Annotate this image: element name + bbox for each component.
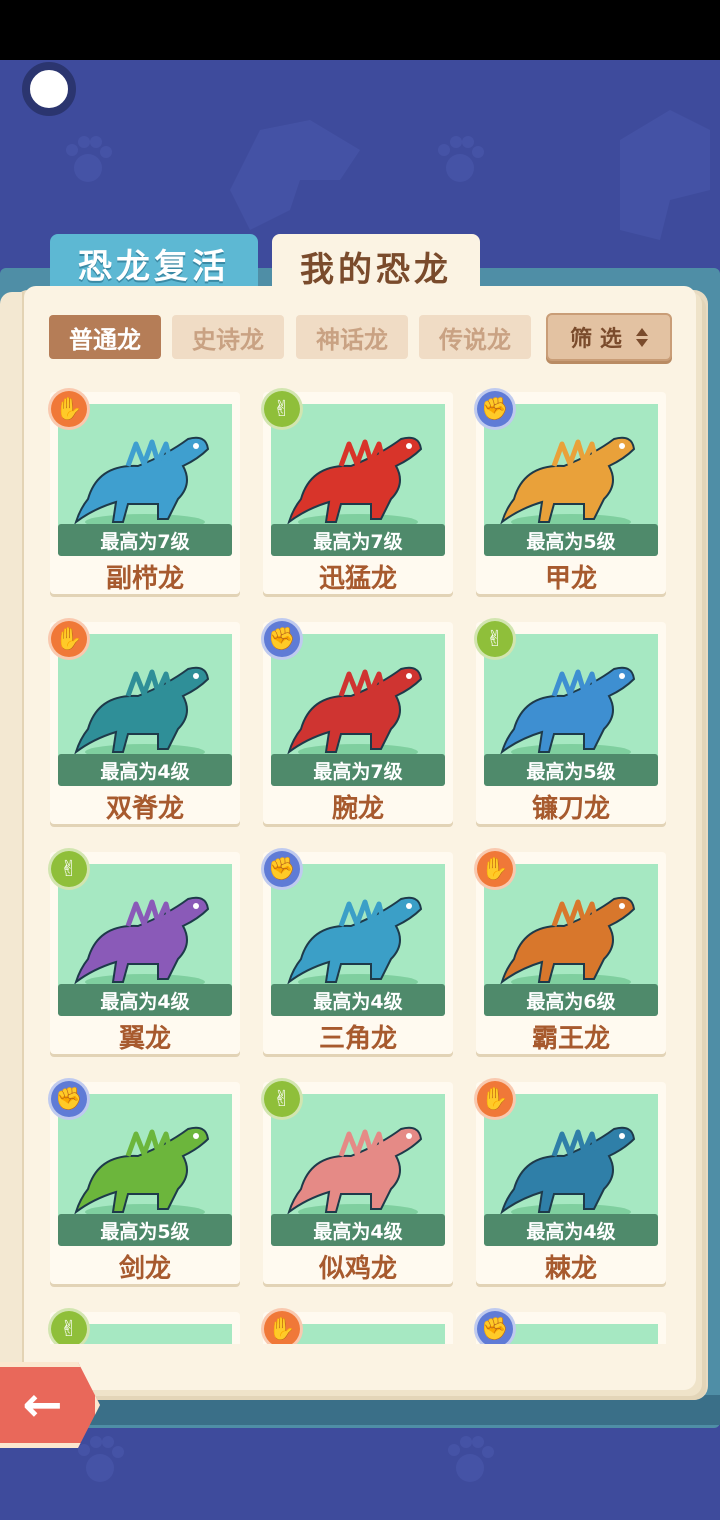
dino-grid: 最高为7级 副栉龙 ✋ 最高为7级 迅猛龙 ✌ 最高为5级 甲龙 ✊ 最高为4级 双脊龙 ✋ 最高为7级… — [40, 380, 680, 1344]
dino-card[interactable]: 最高为4级双脊龙 ✋ — [48, 618, 240, 824]
rock-fist-icon: ✊ — [261, 848, 303, 890]
rock-fist-icon: ✊ — [261, 618, 303, 660]
menu-dot-button[interactable] — [22, 62, 76, 116]
dino-card[interactable]: 最高为5级剑龙 ✊ — [48, 1078, 240, 1284]
dino-card[interactable]: 最高为4级棘龙 ✋ — [474, 1078, 666, 1284]
max-level-label: 最高为7级 — [271, 524, 445, 556]
dino-name: 腕龙 — [331, 794, 384, 824]
dino-card[interactable]: 最高为5级甲龙 ✊ — [474, 388, 666, 594]
dino-card[interactable]: ✋ — [261, 1308, 453, 1344]
dino-name: 双脊龙 — [105, 794, 184, 824]
dino-skull-silhouette-icon — [230, 120, 360, 230]
paw-print-icon — [438, 136, 484, 182]
dino-name: 剑龙 — [118, 1254, 171, 1284]
dino-card[interactable]: 最高为7级迅猛龙 ✌ — [261, 388, 453, 594]
dino-name: 棘龙 — [544, 1254, 597, 1284]
max-level-label: 最高为4级 — [58, 754, 232, 786]
filter-common[interactable]: 普通龙 — [49, 315, 161, 359]
dino-card[interactable]: 最高为7级副栉龙 ✋ — [48, 388, 240, 594]
dino-name: 三角龙 — [318, 1024, 397, 1054]
paper-hand-icon: ✋ — [474, 848, 516, 890]
max-level-label: 最高为4级 — [58, 984, 232, 1016]
paper-hand-icon: ✋ — [48, 618, 90, 660]
dino-name: 迅猛龙 — [318, 564, 397, 594]
dino-card[interactable]: ✌ — [48, 1308, 240, 1344]
paw-print-icon — [66, 136, 112, 182]
dino-name: 霸王龙 — [531, 1024, 610, 1054]
paper-hand-icon: ✋ — [261, 1308, 303, 1344]
max-level-label: 最高为4级 — [271, 1214, 445, 1246]
tab-dino-revive[interactable]: 恐龙复活 — [50, 234, 258, 292]
sort-arrows-icon — [635, 327, 648, 347]
max-level-label: 最高为7级 — [271, 754, 445, 786]
dino-name: 似鸡龙 — [318, 1254, 397, 1284]
dino-name: 甲龙 — [544, 564, 597, 594]
scissors-hand-icon: ✌ — [261, 1078, 303, 1120]
max-level-label: 最高为4级 — [271, 984, 445, 1016]
paper-hand-icon: ✋ — [474, 1078, 516, 1120]
dino-name: 镰刀龙 — [531, 794, 610, 824]
dino-name: 翼龙 — [118, 1024, 171, 1054]
scissors-hand-icon: ✌ — [261, 388, 303, 430]
sort-filter-label: 筛 选 — [570, 327, 622, 352]
paw-print-icon — [448, 1436, 494, 1482]
sort-filter-button[interactable]: 筛 选 — [546, 313, 672, 361]
max-level-label: 最高为7级 — [58, 524, 232, 556]
dino-card[interactable]: 最高为6级霸王龙 ✋ — [474, 848, 666, 1054]
max-level-label: 最高为4级 — [484, 1214, 658, 1246]
filter-legendary[interactable]: 传说龙 — [419, 315, 531, 359]
max-level-label: 最高为5级 — [484, 754, 658, 786]
max-level-label: 最高为5级 — [484, 524, 658, 556]
dino-skull-silhouette-icon — [620, 110, 710, 240]
dino-card[interactable]: 最高为4级三角龙 ✊ — [261, 848, 453, 1054]
dino-card[interactable]: 最高为4级似鸡龙 ✌ — [261, 1078, 453, 1284]
tab-my-dinos[interactable]: 我的恐龙 — [272, 234, 480, 298]
back-arrow-icon: ← — [22, 1377, 63, 1433]
page-left-edge — [0, 292, 24, 1382]
rock-fist-icon: ✊ — [474, 388, 516, 430]
dino-name: 副栉龙 — [105, 564, 184, 594]
dino-card[interactable]: 最高为4级翼龙 ✌ — [48, 848, 240, 1054]
dino-card[interactable]: 最高为7级腕龙 ✊ — [261, 618, 453, 824]
max-level-label: 最高为6级 — [484, 984, 658, 1016]
dino-card[interactable]: ✊ — [474, 1308, 666, 1344]
scissors-hand-icon: ✌ — [48, 1308, 90, 1344]
scissors-hand-icon: ✌ — [48, 848, 90, 890]
rock-fist-icon: ✊ — [48, 1078, 90, 1120]
paper-hand-icon: ✋ — [48, 388, 90, 430]
rock-fist-icon: ✊ — [474, 1308, 516, 1344]
filter-mythic[interactable]: 神话龙 — [296, 315, 408, 359]
max-level-label: 最高为5级 — [58, 1214, 232, 1246]
dino-card[interactable]: 最高为5级镰刀龙 ✌ — [474, 618, 666, 824]
status-bar — [0, 0, 720, 60]
filter-epic[interactable]: 史诗龙 — [172, 315, 284, 359]
scissors-hand-icon: ✌ — [474, 618, 516, 660]
